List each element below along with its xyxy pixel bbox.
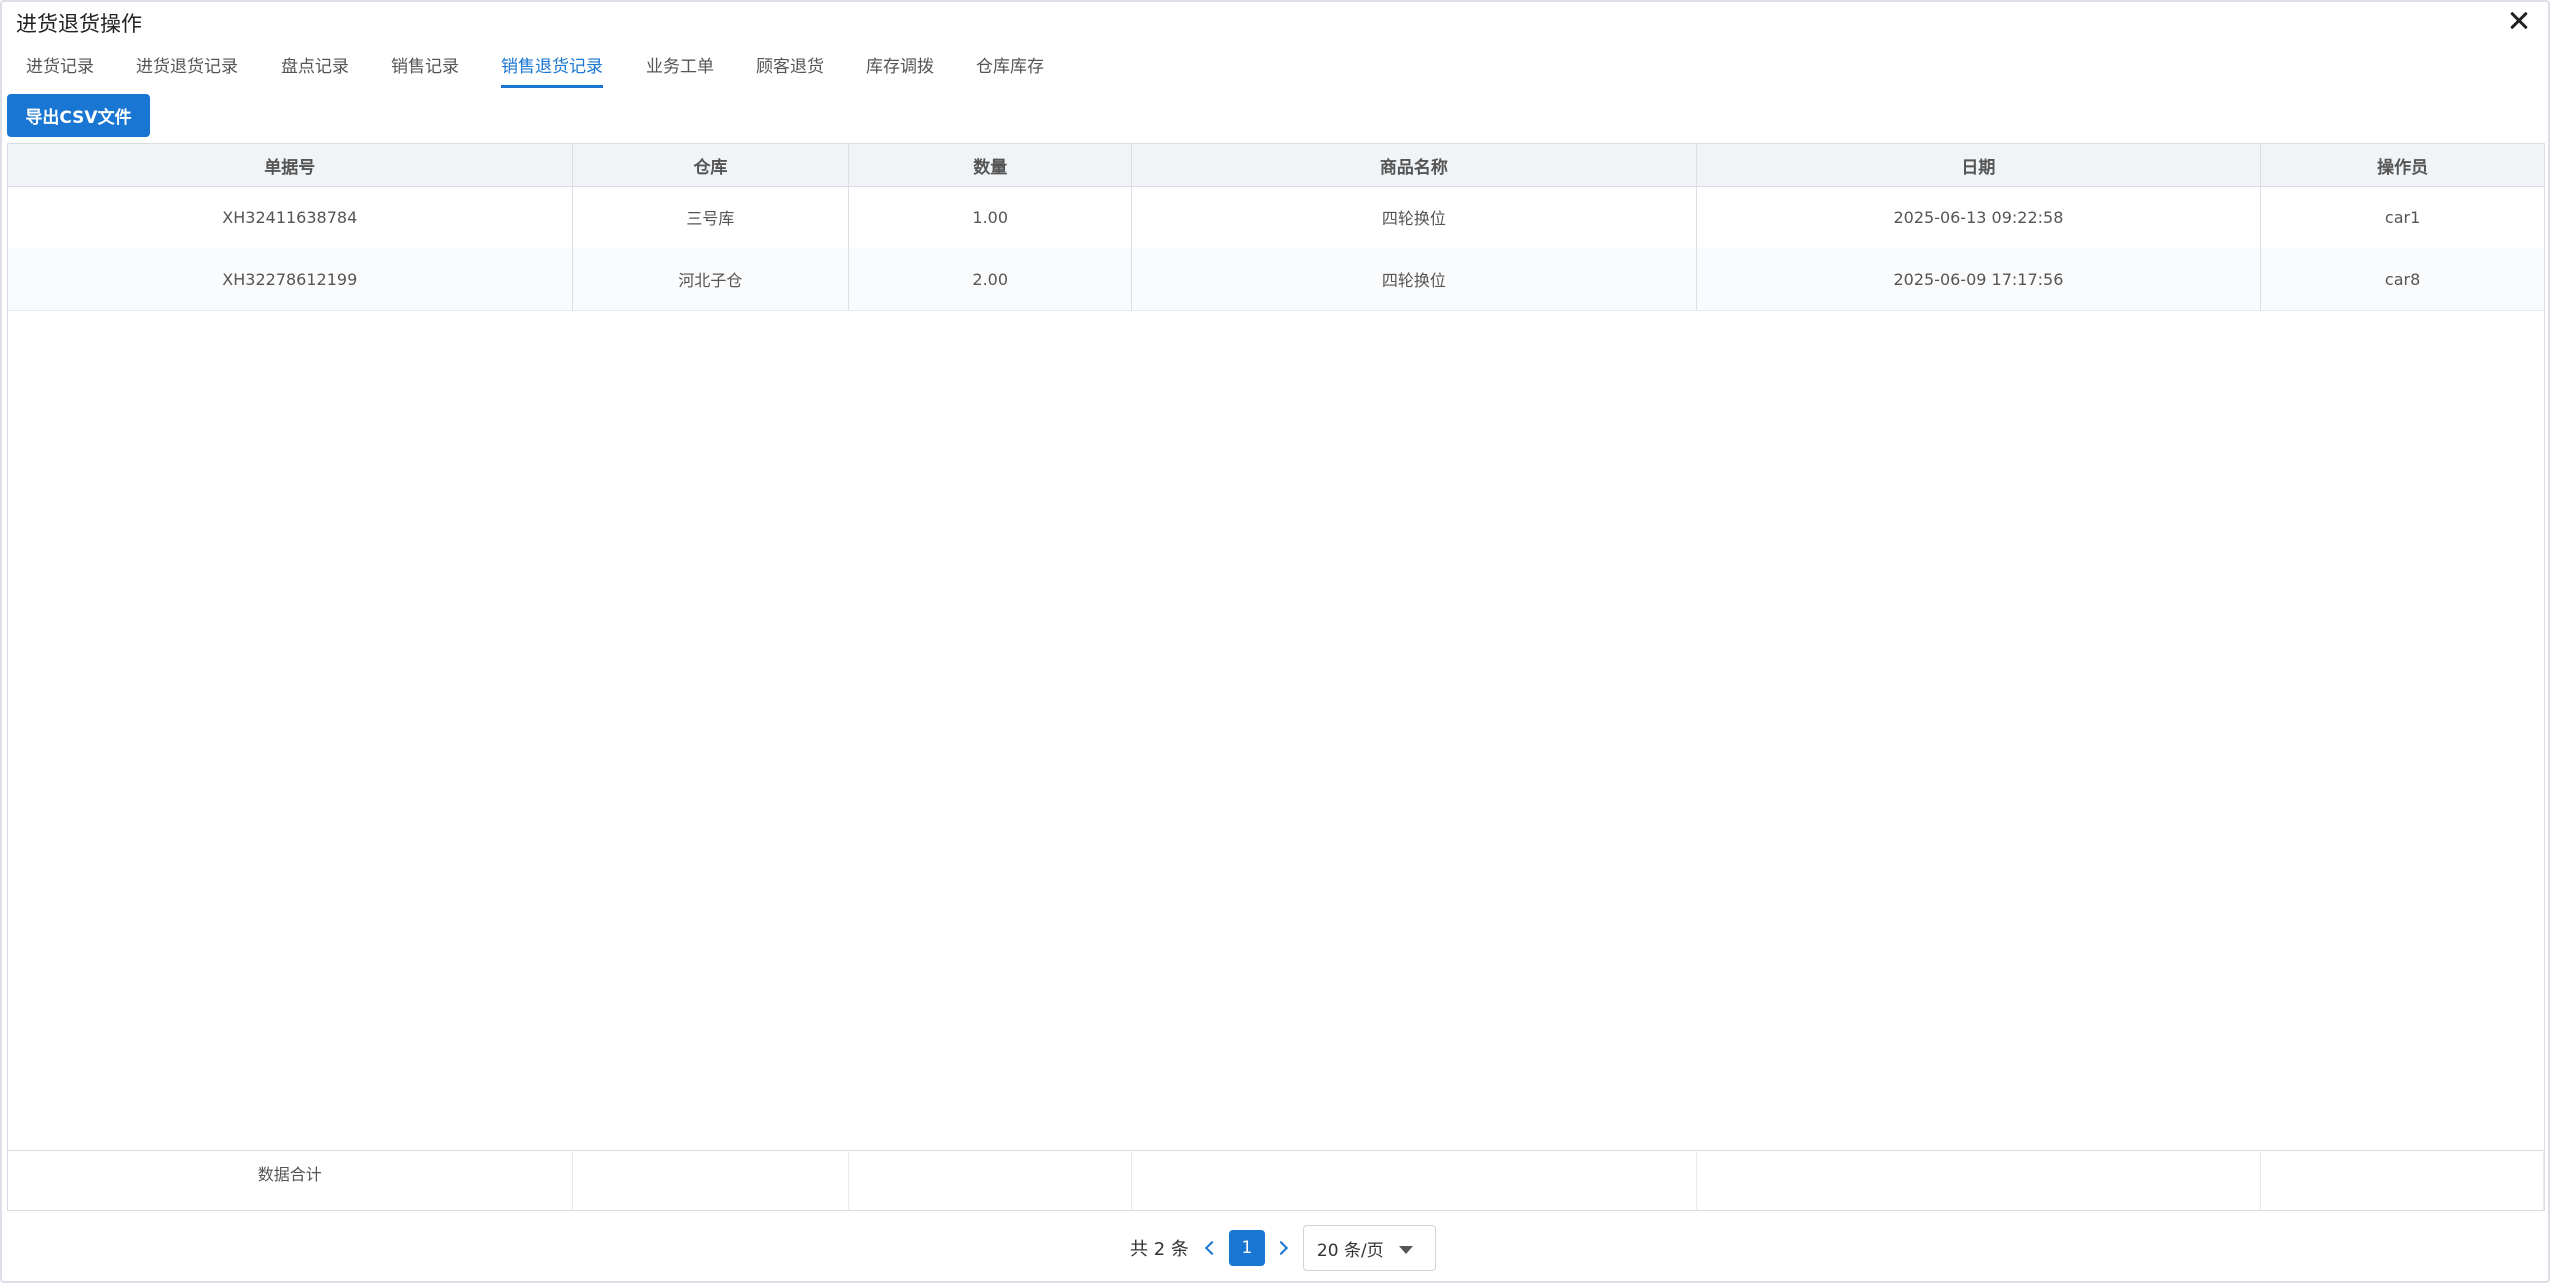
- close-icon[interactable]: [2504, 6, 2534, 36]
- total-count: 共 2 条: [1130, 1239, 1189, 1260]
- tab-stock-transfer[interactable]: 库存调拨: [866, 52, 934, 77]
- cell-operator: car1: [2384, 207, 2421, 227]
- table-row[interactable]: XH32411638784 三号库 1.00 四轮换位 2025-06-13 0…: [8, 186, 2544, 249]
- records-table: 单据号 仓库 数量 商品名称 日期 操作员 XH32411638784 三号库 …: [7, 143, 2545, 1211]
- cell-quantity: 1.00: [849, 186, 1133, 248]
- column-header-warehouse[interactable]: 仓库: [573, 144, 850, 186]
- cell-quantity: 2.00: [849, 248, 1133, 310]
- tab-warehouse-stock[interactable]: 仓库库存: [976, 52, 1044, 77]
- table-header-row: 单据号 仓库 数量 商品名称 日期 操作员: [8, 144, 2544, 187]
- caret-down-icon: [1398, 1246, 1413, 1254]
- summary-cell: [1132, 1151, 1697, 1211]
- summary-cell: [849, 1151, 1133, 1211]
- column-header-order-no[interactable]: 单据号: [8, 144, 573, 186]
- cell-product-name: 四轮换位: [1132, 248, 1697, 310]
- table-row[interactable]: XH32278612199 河北子仓 2.00 四轮换位 2025-06-09 …: [8, 248, 2544, 311]
- summary-cell: [2261, 1151, 2544, 1211]
- export-csv-button[interactable]: 导出CSV文件: [7, 94, 150, 137]
- cell-operator: car8: [2384, 269, 2421, 289]
- page-button-current[interactable]: 1: [1228, 1230, 1265, 1266]
- column-header-quantity[interactable]: 数量: [849, 144, 1133, 186]
- cell-date: 2025-06-09 17:17:56: [1697, 248, 2262, 310]
- tab-work-orders[interactable]: 业务工单: [646, 52, 714, 77]
- tab-purchase-records[interactable]: 进货记录: [26, 52, 94, 77]
- dialog-title: 进货退货操作: [16, 12, 142, 36]
- summary-label: 数据合计: [8, 1151, 573, 1211]
- column-header-date[interactable]: 日期: [1697, 144, 2262, 186]
- cell-order-no: XH32278612199: [8, 248, 573, 310]
- column-header-product-name[interactable]: 商品名称: [1132, 144, 1697, 186]
- tab-sales-return-records[interactable]: 销售退货记录: [501, 52, 603, 88]
- table-summary-row: 数据合计: [8, 1150, 2544, 1211]
- summary-cell: [1697, 1151, 2262, 1211]
- dialog-window: 进货退货操作 进货记录 进货退货记录 盘点记录 销售记录 销售退货记录 业务工单…: [0, 0, 2550, 1283]
- tab-inventory-check-records[interactable]: 盘点记录: [281, 52, 349, 77]
- summary-cell: [573, 1151, 850, 1211]
- page-size-select[interactable]: 20 条/页: [1302, 1225, 1436, 1271]
- page-size-value: 20 条/页: [1316, 1240, 1384, 1261]
- tab-purchase-return-records[interactable]: 进货退货记录: [136, 52, 238, 77]
- cell-product-name: 四轮换位: [1132, 186, 1697, 248]
- chevron-left-icon[interactable]: [1201, 1238, 1221, 1258]
- cell-warehouse: 河北子仓: [573, 248, 850, 310]
- tab-sales-records[interactable]: 销售记录: [391, 52, 459, 77]
- column-header-operator[interactable]: 操作员: [2261, 144, 2544, 186]
- cell-warehouse: 三号库: [573, 186, 850, 248]
- tab-customer-returns[interactable]: 顾客退货: [756, 52, 824, 77]
- chevron-right-icon[interactable]: [1273, 1238, 1293, 1258]
- cell-order-no: XH32411638784: [8, 186, 573, 248]
- pagination: 共 2 条 1 20 条/页: [1130, 1224, 1436, 1272]
- cell-date: 2025-06-13 09:22:58: [1697, 186, 2262, 248]
